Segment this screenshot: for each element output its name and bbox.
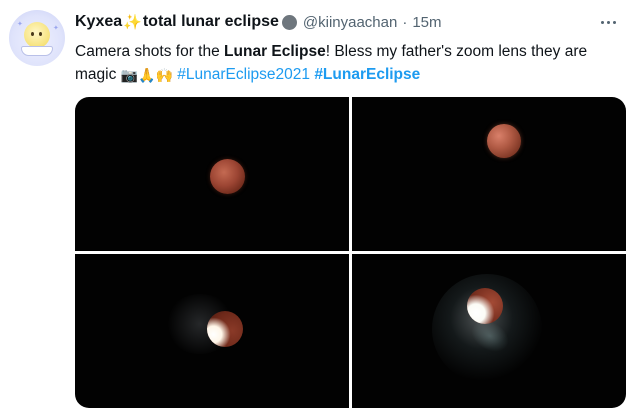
camera-emoji: 📷 <box>120 67 139 83</box>
eclipse-photo-3[interactable] <box>75 254 349 408</box>
star-decoration: ✦ <box>53 25 59 32</box>
display-name-suffix[interactable]: total lunar eclipse <box>143 13 279 31</box>
separator-dot: · <box>402 13 408 31</box>
display-name[interactable]: Kyxea <box>75 13 122 31</box>
tweet: ✦ ✦ Kyxea ✨ total lunar eclipse @kiinyaa… <box>0 0 640 412</box>
eclipse-photo-1[interactable] <box>75 97 349 251</box>
hashtag-link[interactable]: #LunarEclipse2021 <box>177 66 310 83</box>
moon-image <box>487 124 521 158</box>
media-grid <box>75 97 626 408</box>
avatar[interactable]: ✦ ✦ <box>9 10 65 66</box>
pray-emoji: 🙏 <box>138 67 156 83</box>
moon-image <box>467 288 503 324</box>
tweet-text-part: Camera shots for the <box>75 43 225 60</box>
star-decoration: ✦ <box>17 21 23 28</box>
timestamp[interactable]: 15m <box>412 14 441 31</box>
tweet-text-bold: Lunar Eclipse <box>224 43 326 60</box>
eclipse-photo-4[interactable] <box>352 254 626 408</box>
moon-image <box>210 159 245 194</box>
avatar-cup <box>21 46 53 56</box>
raised-hands-emoji: 🙌 <box>155 67 173 83</box>
gray-circle-badge-icon <box>281 14 297 30</box>
user-handle[interactable]: @kiinyaachan <box>303 14 397 31</box>
eclipse-photo-2[interactable] <box>352 97 626 251</box>
tweet-header: Kyxea ✨ total lunar eclipse @kiinyaachan… <box>75 12 442 32</box>
more-horizontal-icon[interactable] <box>598 12 618 32</box>
tweet-text: Camera shots for the Lunar Eclipse! Bles… <box>75 40 620 87</box>
hashtag-link[interactable]: #LunarEclipse <box>314 66 420 83</box>
moon-image <box>207 311 243 347</box>
avatar-face <box>24 22 50 48</box>
sparkle-emoji: ✨ <box>123 14 142 31</box>
